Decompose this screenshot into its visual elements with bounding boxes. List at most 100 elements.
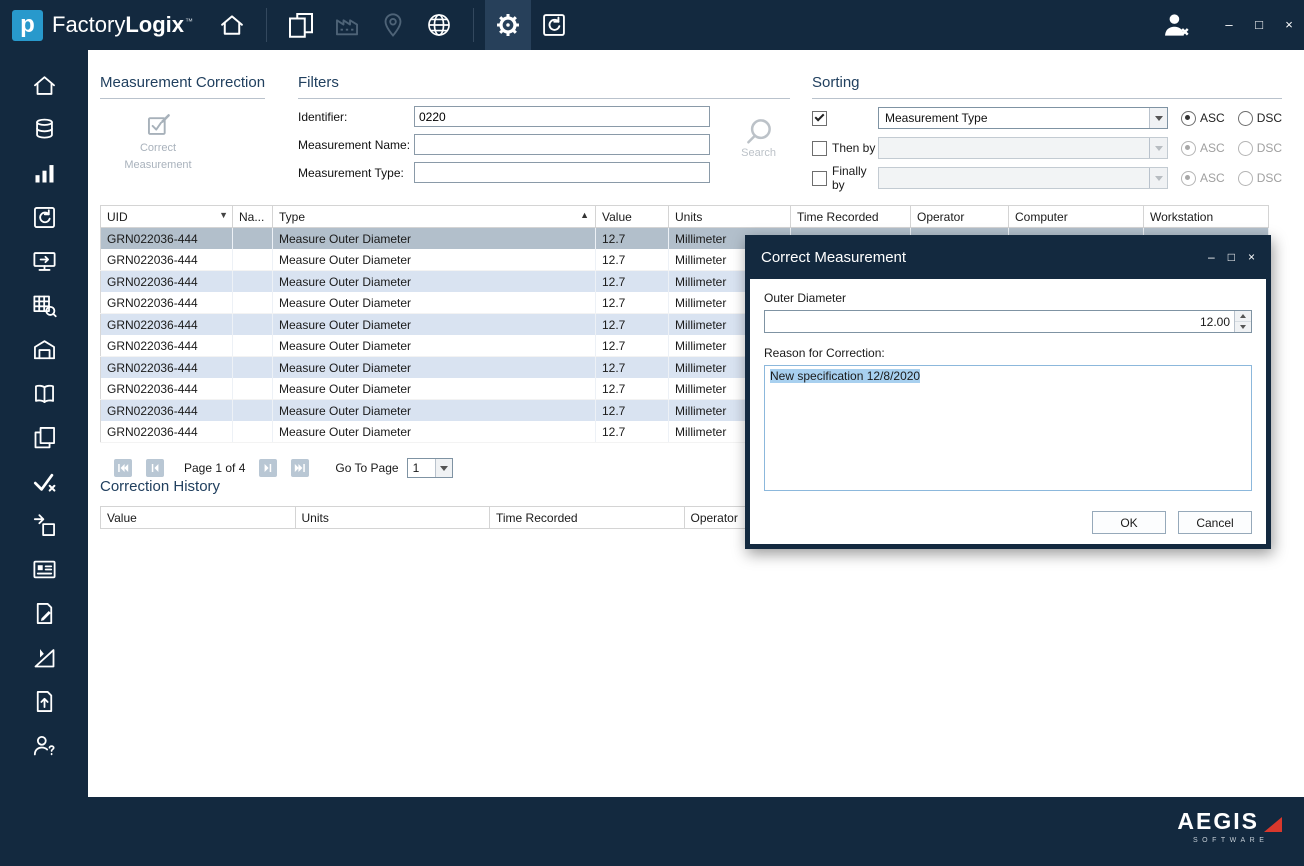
sidebar-item-table-search[interactable] [0,283,88,327]
sidebar-item-history[interactable] [0,195,88,239]
column-header[interactable]: Units [669,206,791,228]
home-icon[interactable] [209,0,255,50]
design-ruler-icon [31,644,58,671]
factory-icon[interactable] [324,0,370,50]
sidebar-item-monitor[interactable] [0,239,88,283]
footer-bar: AEGIS SOFTWARE [0,797,1304,866]
sidebar-item-document-export[interactable] [0,679,88,723]
sort-field-select[interactable]: Measurement Type [878,107,1168,129]
page-indicator: Page 1 of 4 [184,461,245,475]
identifier-input[interactable] [414,106,710,127]
sort-field-select[interactable] [878,167,1168,189]
top-bar: p FactoryLogix™ – □ × [0,0,1304,50]
cancel-button[interactable]: Cancel [1178,511,1252,534]
column-header[interactable]: Value [101,507,296,529]
import-icon [31,512,58,539]
sort-row: Then byASCDSC [812,137,1282,159]
last-page-button[interactable] [291,459,309,477]
documents-icon[interactable] [278,0,324,50]
reason-textarea[interactable]: New specification 12/8/2020 [764,365,1252,491]
sidebar-item-warehouse[interactable] [0,327,88,371]
monitor-icon [31,248,58,275]
location-pin-icon[interactable] [370,0,416,50]
previous-page-button[interactable] [146,459,164,477]
ok-button[interactable]: OK [1092,511,1166,534]
dialog-title-bar[interactable]: Correct Measurement – □ × [750,235,1266,279]
sort-enable-checkbox[interactable] [812,171,827,186]
column-header[interactable]: Time Recorded [490,507,685,529]
goto-page-label: Go To Page [335,461,398,475]
sidebar-item-check[interactable] [0,459,88,503]
table-search-icon [31,292,58,319]
column-header[interactable]: Na... [233,206,273,228]
outer-diameter-input[interactable]: 12.00 [764,310,1252,333]
sort-enable-checkbox[interactable] [812,111,827,126]
sidebar [0,50,88,797]
maximize-button[interactable]: □ [1250,0,1268,50]
logo-letter: p [20,11,35,39]
globe-icon[interactable] [416,0,462,50]
sidebar-item-document-edit[interactable] [0,591,88,635]
sort-field-select[interactable] [878,137,1168,159]
sidebar-item-import[interactable] [0,503,88,547]
reason-for-correction-label: Reason for Correction: [764,346,1252,360]
column-header[interactable]: UID▼ [101,206,233,228]
page-title: Measurement Correction [100,74,265,99]
sidebar-item-chart[interactable] [0,151,88,195]
filters-section: Filters Identifier: Measurement Name: Me… [298,74,790,183]
sort-row: Finally byASCDSC [812,167,1282,189]
column-header[interactable]: Workstation [1144,206,1269,228]
column-header[interactable]: Computer [1009,206,1144,228]
spinner-down-icon[interactable] [1235,322,1251,332]
filter-dropdown-icon[interactable]: ▼ [219,210,228,220]
dialog-title: Correct Measurement [761,249,906,266]
spinner-up-icon[interactable] [1235,311,1251,322]
sort-asc-radio[interactable]: ASC [1181,111,1225,126]
sidebar-item-user-question[interactable] [0,723,88,767]
dialog-maximize-button[interactable]: □ [1228,250,1235,264]
next-page-button[interactable] [259,459,277,477]
sort-enable-checkbox[interactable] [812,141,827,156]
search-icon [744,116,774,146]
correct-measurement-icon [145,112,172,139]
minimize-button[interactable]: – [1220,0,1238,50]
correct-measurement-button[interactable]: Correct Measurement [114,112,202,173]
sort-dsc-radio[interactable]: DSC [1238,111,1282,126]
search-button[interactable]: Search [741,116,776,159]
sort-asc-radio[interactable]: ASC [1181,171,1225,186]
dialog-minimize-button[interactable]: – [1208,250,1215,264]
outer-diameter-label: Outer Diameter [764,291,1252,305]
sidebar-item-design-ruler[interactable] [0,635,88,679]
aegis-logo: AEGIS SOFTWARE [1177,810,1284,844]
sort-asc-radio[interactable]: ASC [1181,141,1225,156]
document-export-icon [31,688,58,715]
chevron-down-icon[interactable] [435,459,452,477]
sidebar-item-card[interactable] [0,547,88,591]
measurement-name-input[interactable] [414,134,710,155]
sidebar-item-home[interactable] [0,63,88,107]
measurement-type-input[interactable] [414,162,710,183]
chevron-down-icon[interactable] [1149,108,1167,128]
chevron-down-icon[interactable] [1149,168,1167,188]
goto-page-select[interactable]: 1 [407,458,453,478]
sidebar-item-database[interactable] [0,107,88,151]
column-header[interactable]: Type▲ [273,206,596,228]
column-header[interactable]: Operator [911,206,1009,228]
column-header[interactable]: Time Recorded [791,206,911,228]
chevron-down-icon[interactable] [1149,138,1167,158]
column-header[interactable]: Value [596,206,669,228]
dialog-close-button[interactable]: × [1248,250,1255,264]
column-header[interactable]: Units [295,507,490,529]
sort-dsc-radio[interactable]: DSC [1238,141,1282,156]
sidebar-item-copy[interactable] [0,415,88,459]
history-undo-icon[interactable] [531,0,577,50]
user-question-icon [31,732,58,759]
sidebar-item-book[interactable] [0,371,88,415]
user-logout-icon[interactable] [1160,9,1192,41]
chart-icon [31,160,58,187]
sort-dsc-radio[interactable]: DSC [1238,171,1282,186]
settings-gear-icon[interactable] [485,0,531,50]
database-icon [31,116,58,143]
first-page-button[interactable] [114,459,132,477]
close-button[interactable]: × [1280,0,1298,50]
